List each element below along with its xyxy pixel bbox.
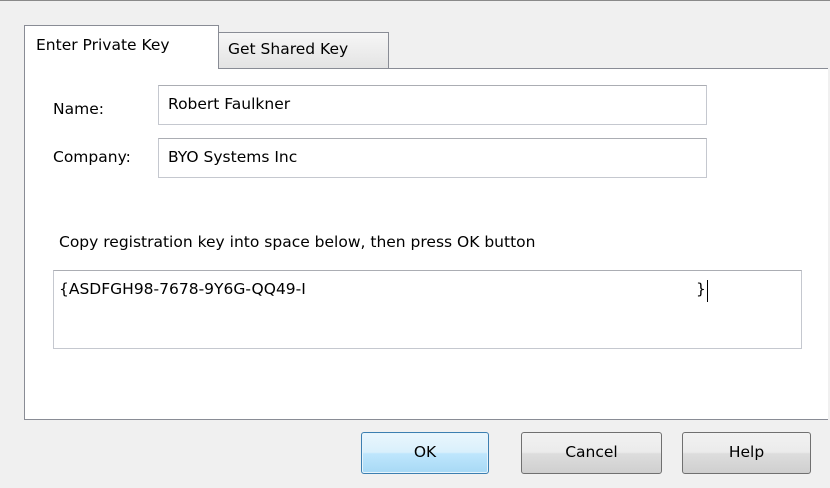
help-button[interactable]: Help xyxy=(682,432,811,474)
registration-key-closing-brace: } xyxy=(696,280,706,298)
name-label: Name: xyxy=(53,100,104,118)
instruction-text: Copy registration key into space below, … xyxy=(59,233,536,251)
name-field-value: Robert Faulkner xyxy=(168,95,291,113)
company-label: Company: xyxy=(53,148,131,166)
ok-button-label: OK xyxy=(413,443,437,462)
tab-panel: Name: Robert Faulkner Company: BYO Syste… xyxy=(24,68,828,420)
name-field[interactable]: Robert Faulkner xyxy=(158,85,707,125)
cancel-button[interactable]: Cancel xyxy=(521,432,662,474)
text-caret xyxy=(707,280,708,302)
tab-enter-private-key-label: Enter Private Key xyxy=(36,36,170,54)
tab-enter-private-key[interactable]: Enter Private Key xyxy=(24,25,219,69)
tab-get-shared-key-label: Get Shared Key xyxy=(228,40,349,58)
tab-get-shared-key[interactable]: Get Shared Key xyxy=(219,32,389,69)
cancel-button-label: Cancel xyxy=(565,443,618,462)
registration-key-field[interactable]: {ASDFGH98-7678-9Y6G-QQ49-I } xyxy=(53,270,802,349)
ok-button[interactable]: OK xyxy=(361,432,489,474)
help-button-label: Help xyxy=(728,443,765,462)
company-field-value: BYO Systems Inc xyxy=(168,148,298,166)
registration-key-value: {ASDFGH98-7678-9Y6G-QQ49-I xyxy=(59,280,306,298)
company-field[interactable]: BYO Systems Inc xyxy=(158,138,707,178)
